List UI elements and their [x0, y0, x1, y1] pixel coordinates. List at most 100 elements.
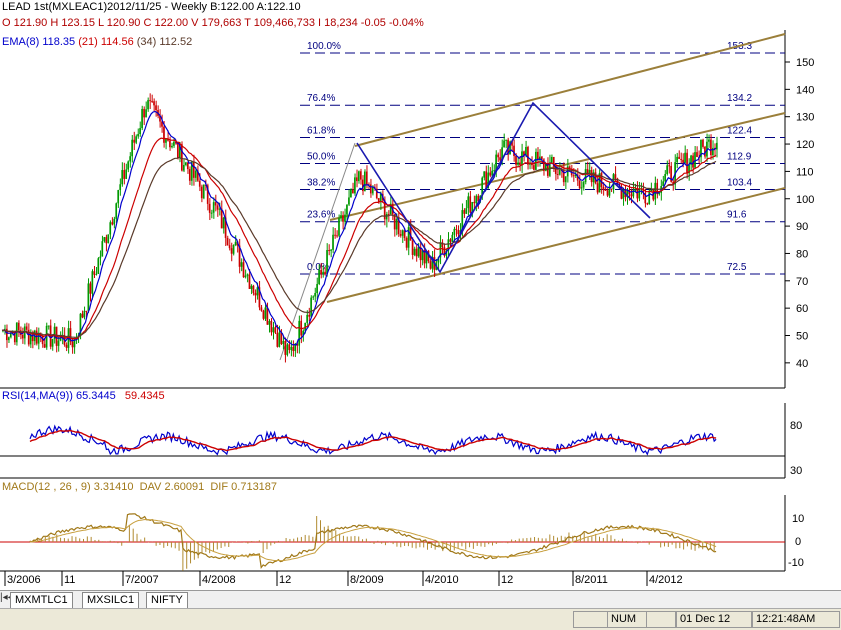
candle-body [133, 139, 135, 143]
candle-body [505, 139, 507, 141]
candle-body [497, 154, 499, 158]
candle-body [489, 172, 491, 176]
candle-body [712, 147, 714, 156]
tab-nifty[interactable]: NIFTY [146, 592, 188, 609]
candle-body [710, 139, 712, 156]
candle-body [533, 165, 535, 170]
candle-body [298, 320, 301, 346]
candle-body [332, 234, 334, 250]
fib-value-label: 122.4 [727, 125, 752, 136]
candle-body [521, 151, 523, 166]
candle-body [346, 204, 348, 215]
date-axis: 3/2006 11 7/2007 4/2008 12 8/2009 4/2010 12 8/20… [4, 571, 683, 586]
tab-mxsilc1[interactable]: MXSILC1 [82, 592, 140, 609]
candle-body [401, 230, 404, 236]
candle-body [244, 275, 247, 278]
macd-pane[interactable]: 10 0 -10 [0, 495, 804, 572]
status-date: 01 Dec 12 [676, 611, 752, 628]
candle-body [469, 196, 472, 213]
candle-body [292, 346, 295, 352]
candle-body [413, 248, 416, 255]
candle-body [65, 344, 68, 348]
candle-body [222, 217, 225, 229]
candle-body [99, 256, 102, 259]
candle-body [342, 215, 344, 222]
macd-level-0: 0 [795, 536, 801, 548]
price-tick-label: 150 [796, 57, 814, 69]
rsi-pane[interactable]: 80 30 [0, 403, 802, 479]
candle-body [109, 222, 112, 235]
candle-body [47, 325, 50, 327]
candle-body [312, 296, 314, 298]
candle-body [604, 189, 607, 191]
tab-mxmtlc1[interactable]: MXMTLC1 [10, 592, 73, 609]
candle-body [602, 187, 605, 190]
candle-body [457, 230, 460, 235]
candle-body [467, 196, 470, 209]
candle-body [662, 181, 664, 187]
candle-body [137, 134, 139, 137]
candle-body [25, 326, 28, 330]
candle-body [419, 247, 422, 261]
candle-body [252, 285, 255, 293]
candle-body [21, 334, 24, 339]
candle-body [682, 159, 684, 163]
fib-value-label: 72.5 [727, 262, 747, 273]
candle-body [117, 190, 120, 204]
candle-body [250, 285, 253, 289]
candle-body [103, 237, 106, 242]
price-tick-label: 40 [796, 358, 808, 370]
fib-percent-label: 76.4% [307, 93, 335, 104]
candle-body [578, 180, 581, 189]
candle-body [527, 146, 529, 165]
candle-body [308, 314, 310, 317]
candle-body [694, 152, 696, 168]
candle-body [582, 182, 585, 188]
candle-body [678, 156, 680, 159]
date-tick-label: 8/2009 [350, 574, 384, 586]
date-tick-label: 4/2012 [649, 574, 683, 586]
candle-body [465, 208, 468, 214]
candle-body [314, 293, 316, 297]
candle-body [564, 176, 567, 183]
candle-body [676, 156, 678, 163]
candle-body [228, 245, 231, 249]
chart-canvas[interactable]: 150140130120110100908070605040 100.0%153… [0, 0, 841, 590]
candle-body [322, 271, 324, 275]
candle-body [318, 269, 320, 284]
candle-body [192, 161, 195, 178]
sheet-tab-bar: |◂◂ ▸ ▸| MXMTLC1 MXSILC1 NIFTY [0, 590, 841, 609]
date-tick-label: 12 [279, 574, 291, 586]
price-tick-label: 100 [796, 194, 814, 206]
candle-body [648, 190, 651, 205]
candle-body [405, 237, 408, 248]
candle-body [57, 340, 60, 346]
candle-body [453, 228, 456, 235]
price-pane[interactable]: 150140130120110100908070605040 100.0%153… [0, 30, 814, 389]
candle-body [365, 171, 368, 185]
date-tick-label: 3/2006 [7, 574, 41, 586]
candle-body [550, 156, 553, 163]
candle-body [379, 193, 382, 203]
candle-body [155, 105, 157, 111]
candle-body [680, 158, 682, 160]
candle-body [278, 332, 281, 347]
candle-body [93, 271, 96, 275]
fib-value-label: 91.6 [727, 210, 747, 221]
candle-body [475, 195, 478, 204]
candle-body [127, 161, 129, 170]
candle-body [686, 152, 688, 174]
candle-body [517, 162, 519, 165]
price-tick-label: 120 [796, 139, 814, 151]
candle-body [646, 203, 649, 205]
candle-body [596, 183, 599, 193]
candle-body [125, 169, 127, 179]
candle-body [101, 241, 104, 257]
candle-body [85, 310, 88, 312]
candle-body [371, 187, 374, 194]
candle-body [330, 249, 332, 251]
candle-body [107, 234, 110, 244]
candle-body [306, 314, 308, 323]
candle-body [111, 222, 114, 225]
candle-body [37, 334, 40, 344]
